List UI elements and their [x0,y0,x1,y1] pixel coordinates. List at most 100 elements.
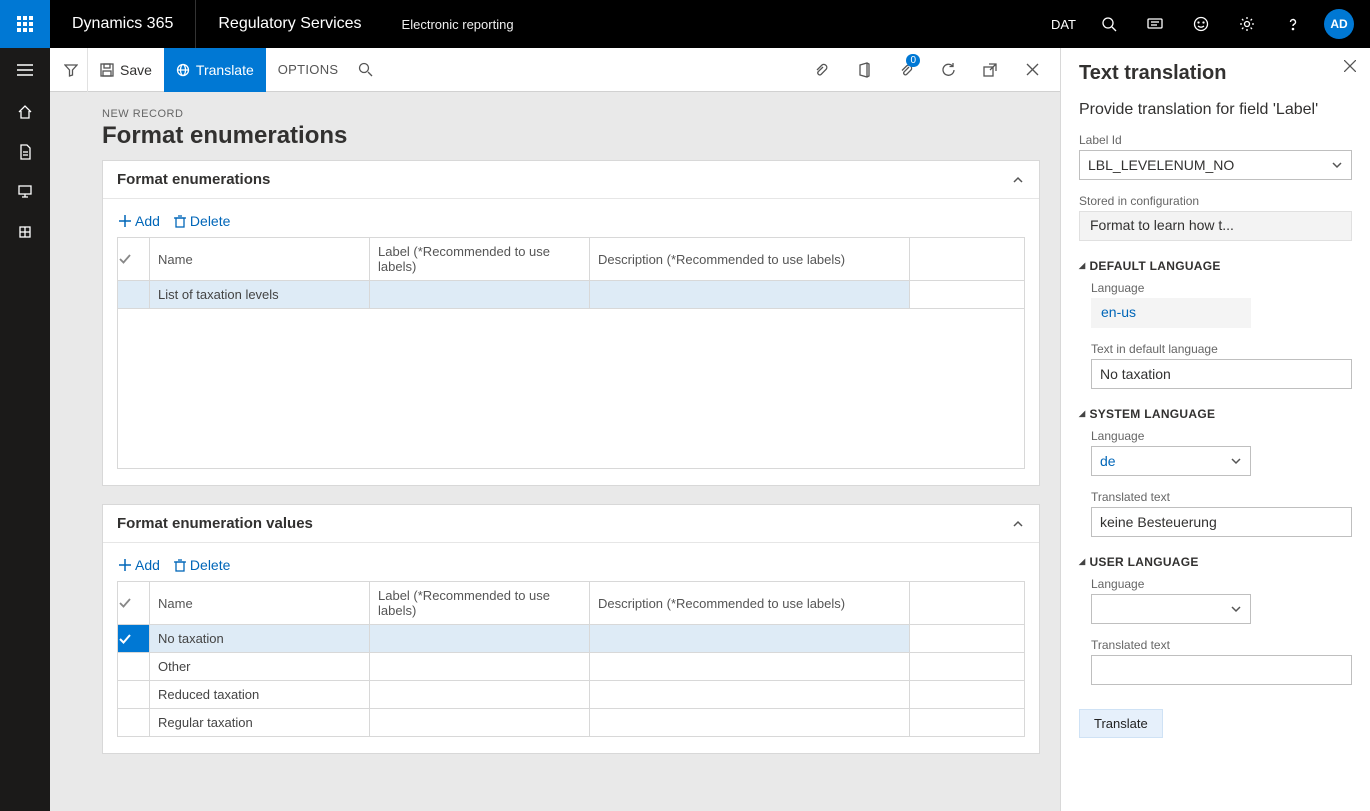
panel-close-button[interactable] [1344,60,1356,72]
grid-header-row: Name Label (*Recommended to use labels) … [118,238,1025,281]
default-language-section[interactable]: DEFAULT LANGUAGE [1079,259,1352,273]
section1-grid[interactable]: Name Label (*Recommended to use labels) … [117,237,1025,309]
translate-icon [176,63,190,77]
save-icon [100,63,114,77]
company-picker[interactable]: DAT [1041,0,1086,48]
record-status: NEW RECORD [102,108,1034,120]
row-checkbox[interactable] [118,681,150,709]
feedback-button[interactable] [1178,0,1224,48]
cell-name[interactable]: No taxation [150,625,370,653]
cell-name[interactable]: List of taxation levels [150,281,370,309]
document-icon [18,144,32,160]
row-checkbox[interactable] [118,709,150,737]
select-all-checkbox[interactable] [118,238,150,281]
cell-name[interactable]: Reduced taxation [150,681,370,709]
table-row[interactable]: Other [118,653,1025,681]
section1-delete-button[interactable]: Delete [174,213,230,229]
save-label: Save [120,62,152,78]
search-icon [358,62,373,77]
brand-title[interactable]: Dynamics 365 [50,0,196,48]
cell-label[interactable] [370,281,590,309]
stored-config-label: Stored in configuration [1079,194,1352,208]
nav-recent[interactable] [0,132,50,172]
chevron-down-icon [1230,603,1242,615]
user-text-label: Translated text [1091,638,1352,652]
table-row[interactable]: Reduced taxation [118,681,1025,709]
refresh-button[interactable] [930,48,966,92]
select-all-checkbox[interactable] [118,582,150,625]
messages-button[interactable] [1132,0,1178,48]
user-language-section[interactable]: USER LANGUAGE [1079,555,1352,569]
cell-name[interactable]: Regular taxation [150,709,370,737]
row-checkbox[interactable] [118,281,150,309]
cell-desc[interactable] [590,653,910,681]
notifications-button[interactable]: 0 [888,48,924,92]
col-name[interactable]: Name [150,238,370,281]
avatar[interactable]: AD [1324,9,1354,39]
help-icon [1285,16,1301,32]
notification-badge: 0 [906,54,920,67]
smiley-icon [1193,16,1209,32]
section2-delete-button[interactable]: Delete [174,557,230,573]
close-form-button[interactable] [1014,48,1050,92]
section2-header[interactable]: Format enumeration values [103,505,1039,543]
settings-button[interactable] [1224,0,1270,48]
cell-name[interactable]: Other [150,653,370,681]
col-name[interactable]: Name [150,582,370,625]
options-button[interactable]: OPTIONS [266,48,351,92]
system-language-select[interactable]: de [1091,446,1251,476]
col-desc[interactable]: Description (*Recommended to use labels) [590,582,910,625]
section1-header[interactable]: Format enumerations [103,161,1039,199]
cell-desc[interactable] [590,281,910,309]
translate-button[interactable]: Translate [164,48,266,92]
cell-label[interactable] [370,709,590,737]
actionbar-search-button[interactable] [350,48,381,92]
user-text-input[interactable] [1091,655,1352,685]
section1-add-button[interactable]: Add [119,213,160,229]
section2-grid[interactable]: Name Label (*Recommended to use labels) … [117,581,1025,737]
nav-home[interactable] [0,92,50,132]
workspace-icon [17,184,33,200]
table-row[interactable]: No taxation [118,625,1025,653]
system-text-input[interactable]: keine Besteuerung [1091,507,1352,537]
label-id-select[interactable]: LBL_LEVELENUM_NO [1079,150,1352,180]
table-row[interactable]: Regular taxation [118,709,1025,737]
row-checkbox[interactable] [118,625,150,653]
col-label[interactable]: Label (*Recommended to use labels) [370,238,590,281]
popout-button[interactable] [972,48,1008,92]
content-scroll[interactable]: Format enumerations Add Delete Name [50,160,1060,801]
section2-add-button[interactable]: Add [119,557,160,573]
cell-desc[interactable] [590,625,910,653]
nav-workspaces[interactable] [0,172,50,212]
nav-modules[interactable] [0,212,50,252]
cell-label[interactable] [370,653,590,681]
cell-label[interactable] [370,625,590,653]
default-text-input[interactable]: No taxation [1091,359,1352,389]
table-row[interactable]: List of taxation levels [118,281,1025,309]
help-button[interactable] [1270,0,1316,48]
search-button[interactable] [1086,0,1132,48]
refresh-icon [941,62,956,77]
plus-icon [119,215,131,227]
chevron-down-icon [1230,455,1242,467]
user-language-label: Language [1091,577,1352,591]
row-checkbox[interactable] [118,653,150,681]
col-label[interactable]: Label (*Recommended to use labels) [370,582,590,625]
translate-action-button[interactable]: Translate [1079,709,1163,738]
system-language-section[interactable]: SYSTEM LANGUAGE [1079,407,1352,421]
attachments-button[interactable] [804,48,840,92]
cell-label[interactable] [370,681,590,709]
app-launcher-button[interactable] [0,0,50,48]
hamburger-button[interactable] [0,48,50,92]
close-icon [1026,63,1039,76]
user-language-select[interactable] [1091,594,1251,624]
breadcrumb[interactable]: Electronic reporting [384,17,532,32]
cell-desc[interactable] [590,681,910,709]
default-language-value[interactable]: en-us [1091,298,1251,328]
cell-desc[interactable] [590,709,910,737]
col-desc[interactable]: Description (*Recommended to use labels) [590,238,910,281]
office-button[interactable] [846,48,882,92]
system-language-label: Language [1091,429,1352,443]
filter-pane-toggle[interactable] [54,48,88,92]
save-button[interactable]: Save [88,48,164,92]
